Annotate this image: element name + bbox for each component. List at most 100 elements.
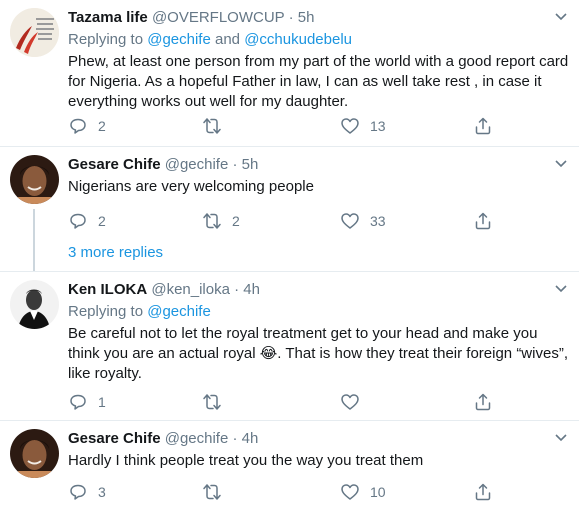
retweet-icon [203, 118, 221, 134]
reply-count: 1 [98, 394, 106, 410]
reply-button[interactable]: 3 [68, 481, 106, 503]
tweet-text: Phew, at least one person from my part o… [68, 52, 569, 112]
user-handle[interactable]: @ken_iloka [151, 281, 230, 298]
tweet-text: Nigerians are very welcoming people [68, 177, 569, 197]
tweet-text-line: everything works out well for my daughte… [68, 93, 349, 110]
tweet-4[interactable]: Gesare Chife @gechife · 4h Hardly I thin… [0, 421, 579, 508]
reply-count: 2 [98, 118, 106, 134]
share-icon [475, 117, 491, 135]
chevron-down-icon[interactable] [553, 155, 569, 171]
reply-icon [70, 213, 86, 229]
tweet-2[interactable]: Gesare Chife @gechife · 5h Nigerians are… [0, 147, 579, 271]
like-button[interactable]: 33 [340, 210, 386, 232]
display-name[interactable]: Tazama life [68, 9, 148, 26]
share-icon [475, 393, 491, 411]
avatar[interactable] [10, 429, 59, 478]
chevron-down-icon[interactable] [553, 429, 569, 445]
share-button[interactable] [473, 210, 493, 232]
reply-button[interactable]: 2 [68, 115, 106, 137]
tweet-1[interactable]: Tazama life @OVERFLOWCUP · 5h Replying t… [0, 0, 579, 146]
tweet-actions: 1 [68, 391, 508, 413]
share-icon [475, 483, 491, 501]
tweet-3[interactable]: Ken ILOKA @ken_iloka · 4h Replying to @g… [0, 272, 579, 420]
tweet-actions: 2 13 [68, 115, 508, 137]
reply-icon [70, 118, 86, 134]
more-replies-link[interactable]: 3 more replies [68, 243, 163, 263]
heart-icon [341, 118, 359, 134]
like-button[interactable]: 13 [340, 115, 386, 137]
share-icon [475, 212, 491, 230]
display-name[interactable]: Gesare Chife [68, 156, 161, 173]
retweet-button[interactable] [202, 391, 232, 413]
tweet-header: Ken ILOKA @ken_iloka · 4h [68, 280, 569, 300]
reply-button[interactable]: 1 [68, 391, 106, 413]
tweet-text-line: like royalty. [68, 365, 142, 382]
tweet-header: Tazama life @OVERFLOWCUP · 5h [68, 8, 569, 28]
separator-dot: · [228, 156, 242, 173]
tweet-text-line: for Nigeria. As a hopeful Father in law,… [68, 73, 542, 90]
avatar-image [10, 280, 59, 329]
tweet-header: Gesare Chife @gechife · 4h [68, 429, 569, 449]
display-name[interactable]: Gesare Chife [68, 430, 161, 447]
retweet-icon [203, 394, 221, 410]
mention-link[interactable]: @cchukudebelu [244, 31, 352, 48]
timestamp[interactable]: 4h [243, 281, 260, 298]
heart-icon [341, 213, 359, 229]
retweet-count: 2 [232, 213, 240, 229]
replying-to: Replying to @gechife and @cchukudebelu [68, 30, 569, 50]
reply-button[interactable]: 2 [68, 210, 106, 232]
separator-dot: · [284, 9, 298, 26]
separator-dot: · [229, 281, 244, 298]
avatar-image [10, 155, 59, 204]
like-count: 33 [370, 213, 386, 229]
reply-count: 3 [98, 484, 106, 500]
avatar[interactable] [10, 8, 59, 57]
like-button[interactable] [340, 391, 370, 413]
retweet-button[interactable]: 2 [202, 210, 240, 232]
tweet-text-line: Nigerians are very welcoming people [68, 178, 314, 195]
mention-link[interactable]: @gechife [147, 303, 211, 320]
share-button[interactable] [473, 391, 493, 413]
reply-icon [70, 394, 86, 410]
avatar-image [10, 8, 59, 57]
thread-line [33, 209, 35, 271]
retweet-icon [203, 484, 221, 500]
separator-dot: · [228, 430, 242, 447]
replying-and: and [210, 31, 245, 48]
retweet-button[interactable] [202, 115, 232, 137]
user-handle[interactable]: @gechife [165, 430, 229, 447]
chevron-down-icon[interactable] [553, 8, 569, 24]
tweet-text: Hardly I think people treat you the way … [68, 451, 569, 471]
reply-count: 2 [98, 213, 106, 229]
tweet-header: Gesare Chife @gechife · 5h [68, 155, 569, 175]
tweet-actions: 2 2 33 [68, 210, 508, 232]
tweet-actions: 3 10 [68, 481, 508, 503]
reply-icon [70, 484, 86, 500]
timestamp[interactable]: 5h [242, 156, 259, 173]
chevron-down-icon[interactable] [553, 280, 569, 296]
heart-icon [341, 394, 359, 410]
tweet-text-line: Be careful not to let the royal treatmen… [68, 325, 538, 342]
share-button[interactable] [473, 115, 493, 137]
user-handle[interactable]: @gechife [165, 156, 229, 173]
tweet-text-line: think you are an actual royal 😂. That is… [68, 345, 568, 362]
like-count: 10 [370, 484, 386, 500]
replying-label: Replying to [68, 31, 148, 48]
avatar[interactable] [10, 280, 59, 329]
tweet-text-line: Hardly I think people treat you the way … [68, 452, 424, 469]
avatar[interactable] [10, 155, 59, 204]
retweet-icon [203, 213, 221, 229]
user-handle[interactable]: @OVERFLOWCUP [152, 9, 284, 26]
share-button[interactable] [473, 481, 493, 503]
tweet-text: Be careful not to let the royal treatmen… [68, 324, 569, 384]
heart-icon [341, 484, 359, 500]
retweet-button[interactable] [202, 481, 232, 503]
tweet-text-line: Phew, at least one person from my part o… [68, 53, 569, 70]
timestamp[interactable]: 4h [242, 430, 259, 447]
display-name[interactable]: Ken ILOKA [68, 281, 147, 298]
mention-link[interactable]: @gechife [147, 31, 211, 48]
replying-label: Replying to [68, 303, 148, 320]
timestamp[interactable]: 5h [298, 9, 315, 26]
avatar-image [10, 429, 59, 478]
like-button[interactable]: 10 [340, 481, 386, 503]
